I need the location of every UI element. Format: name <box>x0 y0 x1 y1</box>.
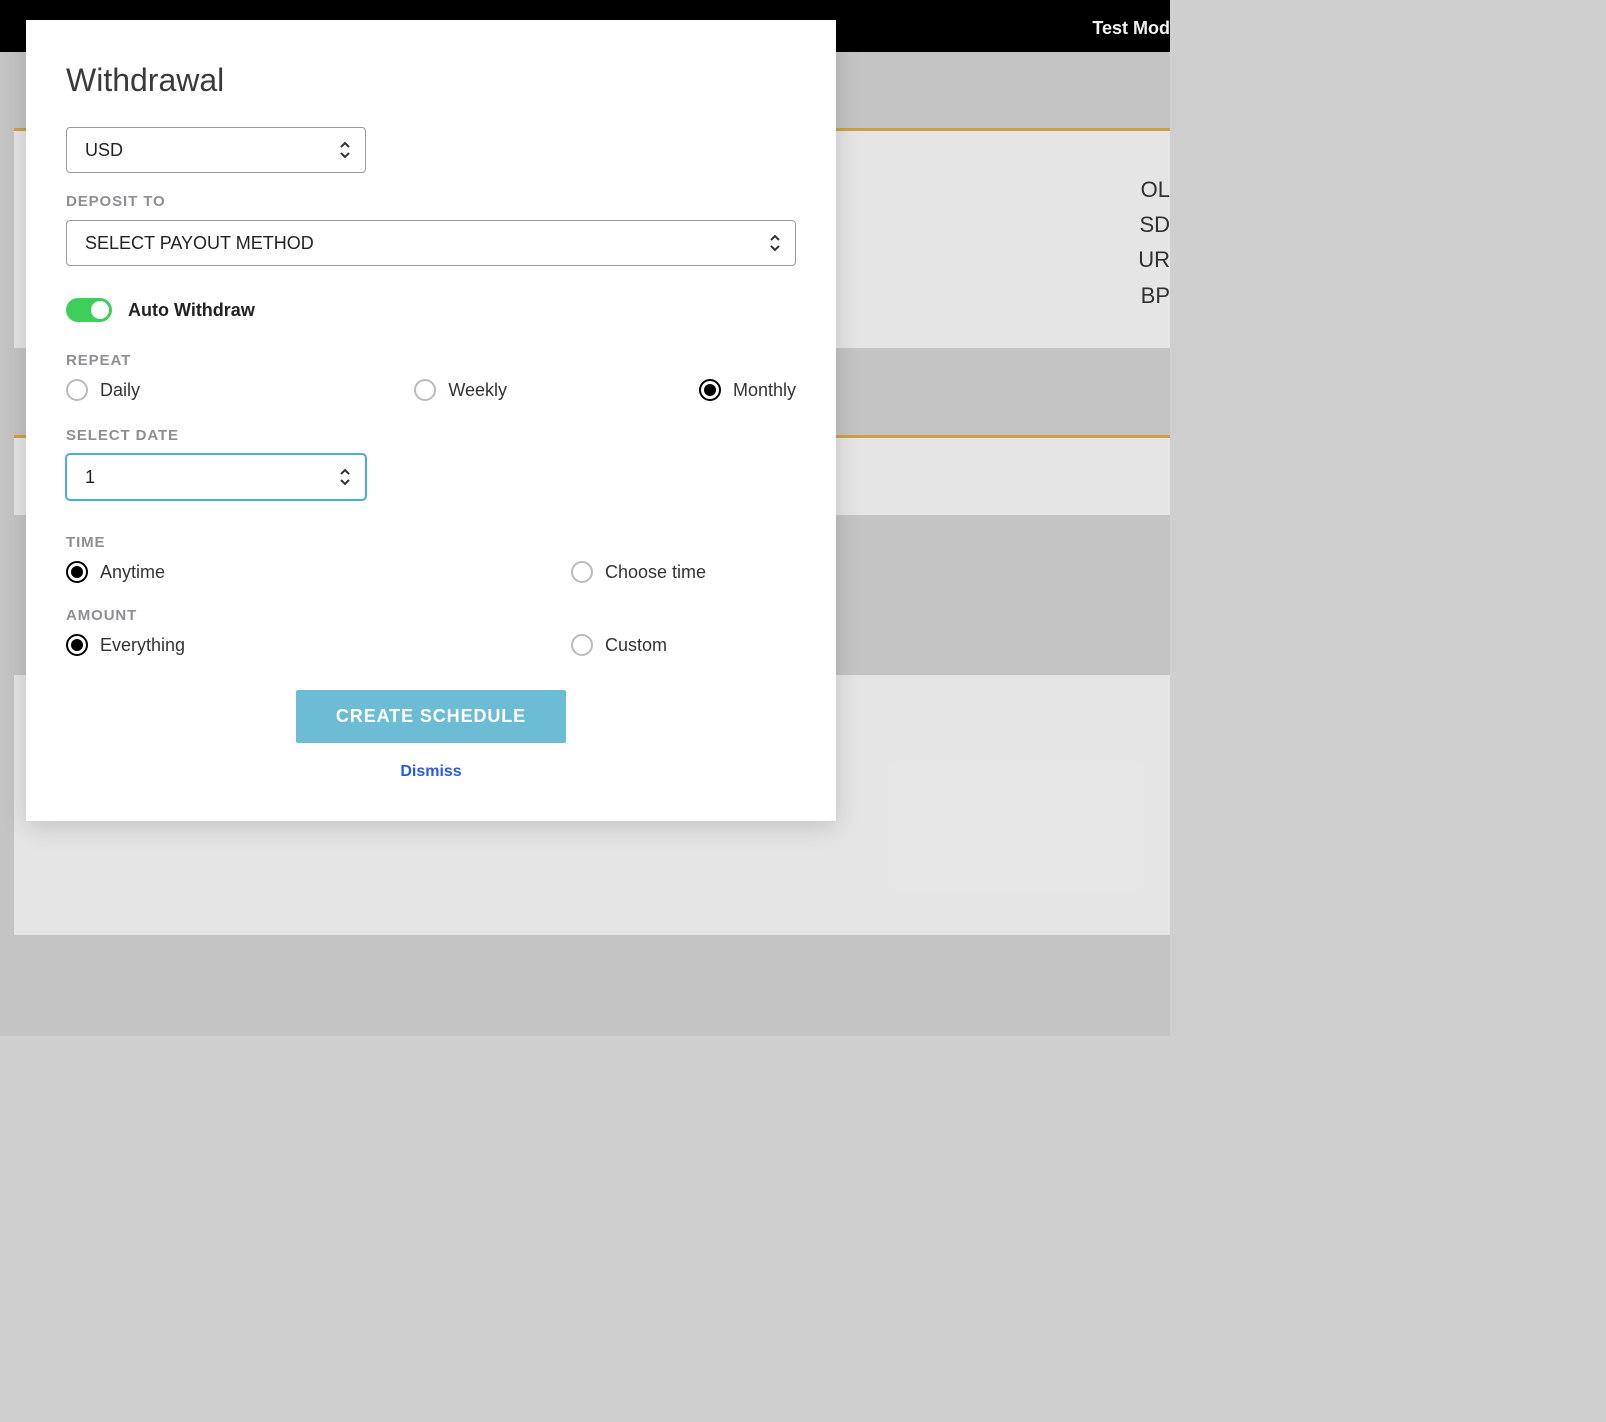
repeat-option-weekly[interactable]: Weekly <box>309 379 552 401</box>
radio-icon <box>571 634 593 656</box>
deposit-to-select[interactable]: SELECT PAYOUT METHOD <box>66 220 796 266</box>
amount-label: AMOUNT <box>66 607 796 624</box>
radio-label: Monthly <box>733 380 796 401</box>
time-radio-group: Anytime Choose time <box>66 561 796 583</box>
updown-chevron-icon <box>339 468 351 486</box>
amount-option-custom[interactable]: Custom <box>431 634 796 656</box>
time-option-anytime[interactable]: Anytime <box>66 561 431 583</box>
currency-select[interactable]: USD <box>66 127 366 173</box>
modal-title: Withdrawal <box>66 62 796 99</box>
radio-label: Choose time <box>605 562 706 583</box>
select-date-label: SELECT DATE <box>66 427 796 444</box>
amount-radio-group: Everything Custom <box>66 634 796 656</box>
select-date-value: 1 <box>85 467 95 488</box>
updown-chevron-icon <box>769 234 781 252</box>
radio-label: Anytime <box>100 562 165 583</box>
radio-label: Daily <box>100 380 140 401</box>
radio-icon <box>571 561 593 583</box>
radio-label: Everything <box>100 635 185 656</box>
auto-withdraw-label: Auto Withdraw <box>128 300 255 321</box>
dismiss-link[interactable]: Dismiss <box>400 763 461 781</box>
updown-chevron-icon <box>339 141 351 159</box>
create-schedule-button[interactable]: CREATE SCHEDULE <box>296 690 566 743</box>
currency-select-value: USD <box>85 140 123 161</box>
repeat-label: REPEAT <box>66 352 796 369</box>
repeat-option-monthly[interactable]: Monthly <box>553 379 796 401</box>
withdrawal-modal: Withdrawal USD DEPOSIT TO SELECT PAYOUT … <box>26 20 836 821</box>
radio-icon <box>66 379 88 401</box>
time-option-choose[interactable]: Choose time <box>431 561 796 583</box>
deposit-to-label: DEPOSIT TO <box>66 193 796 210</box>
modal-actions: CREATE SCHEDULE Dismiss <box>66 690 796 781</box>
deposit-to-select-value: SELECT PAYOUT METHOD <box>85 233 314 254</box>
radio-icon <box>699 379 721 401</box>
app-viewport: Test Mod OL SD UR BP Withdrawal USD DEPO… <box>0 0 1170 1036</box>
repeat-radio-group: Daily Weekly Monthly <box>66 379 796 401</box>
time-label: TIME <box>66 534 796 551</box>
repeat-option-daily[interactable]: Daily <box>66 379 309 401</box>
radio-icon <box>66 561 88 583</box>
radio-label: Weekly <box>448 380 507 401</box>
amount-option-everything[interactable]: Everything <box>66 634 431 656</box>
radio-icon <box>66 634 88 656</box>
auto-withdraw-toggle[interactable] <box>66 298 112 322</box>
select-date-select[interactable]: 1 <box>66 454 366 500</box>
radio-label: Custom <box>605 635 667 656</box>
radio-icon <box>414 379 436 401</box>
